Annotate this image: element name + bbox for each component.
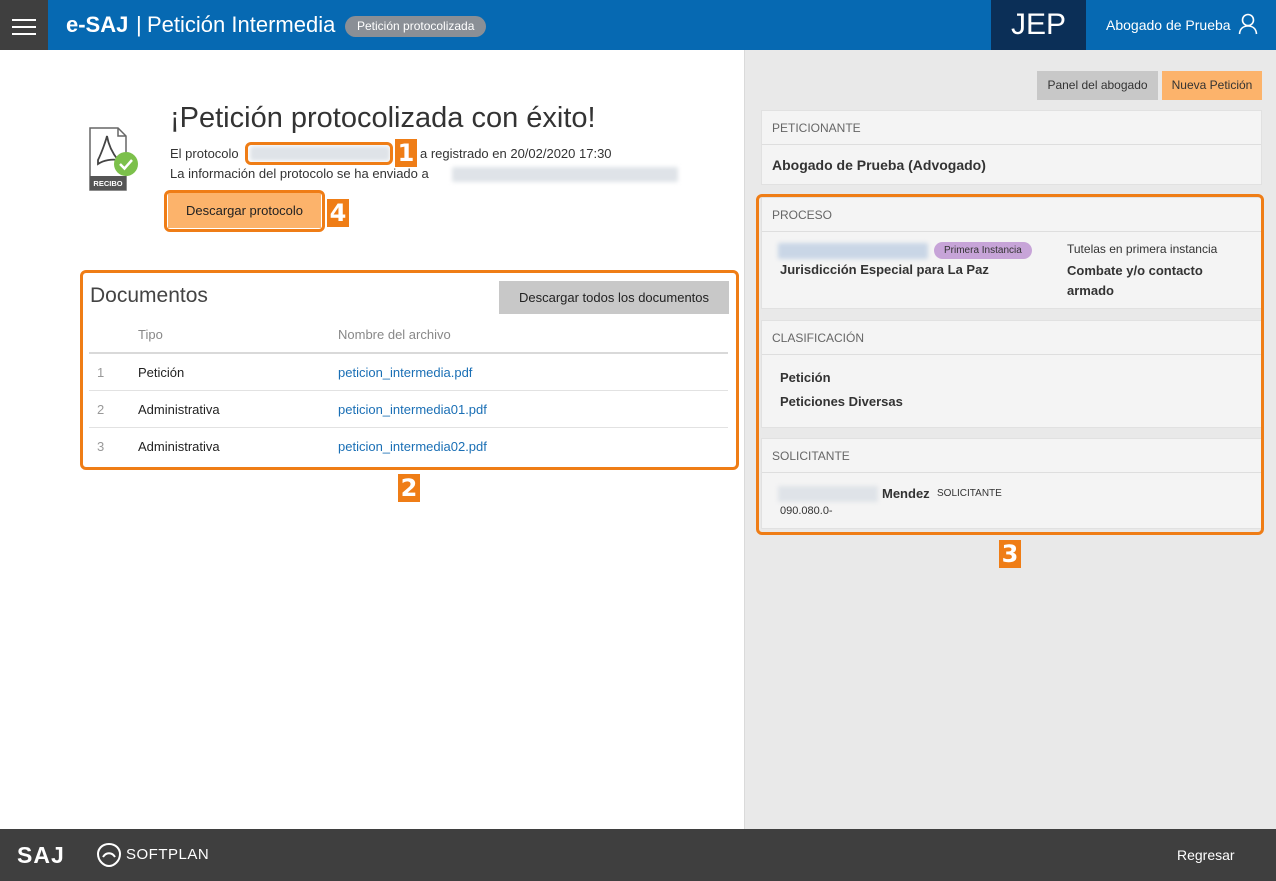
annotation-number-1: 1	[395, 139, 417, 167]
annotation-number-3: 3	[999, 540, 1021, 568]
user-name[interactable]: Abogado de Prueba	[1106, 16, 1231, 34]
protocol-prefix: El protocolo	[170, 146, 239, 161]
peticionante-name: Abogado de Prueba (Advogado)	[772, 157, 986, 173]
page-title: Petición Intermedia	[147, 12, 336, 37]
brand-logo[interactable]: e-SAJ	[66, 12, 128, 38]
org-logo: JEP	[991, 0, 1086, 50]
saj-logo: SAJ	[17, 842, 65, 868]
peticionante-header: PETICIONANTE	[762, 111, 1261, 145]
annotation-number-2: 2	[398, 474, 420, 502]
annotation-box-3	[756, 194, 1264, 535]
annotation-number-4: 4	[327, 199, 349, 227]
nueva-peticion-button[interactable]: Nueva Petición	[1162, 71, 1262, 100]
brand-separator: |	[136, 12, 142, 37]
softplan-logo-icon	[96, 842, 122, 868]
receipt-pdf-icon: RECIBO	[89, 127, 138, 191]
peticionante-card: PETICIONANTE Abogado de Prueba (Advogado…	[761, 110, 1262, 185]
menu-icon	[12, 19, 36, 21]
menu-icon-line	[12, 33, 36, 35]
receipt-icon-label: RECIBO	[93, 179, 122, 188]
success-title: ¡Petición protocolizada con éxito!	[170, 102, 596, 134]
menu-icon-line	[12, 26, 36, 28]
regresar-link[interactable]: Regresar	[1177, 847, 1235, 863]
user-icon[interactable]	[1238, 13, 1258, 35]
annotation-box-4	[164, 190, 325, 232]
panel-del-abogado-button[interactable]: Panel del abogado	[1037, 71, 1158, 100]
protocol-registered-text: a registrado en 20/02/2020 17:30	[420, 146, 612, 161]
hamburger-menu-button[interactable]	[0, 0, 48, 50]
redacted-email	[452, 167, 678, 182]
info-sent-text: La información del protocolo se ha envia…	[170, 166, 429, 181]
annotation-box-2	[80, 270, 739, 470]
softplan-logo-text: SOFTPLAN	[126, 846, 210, 863]
status-badge: Petición protocolizada	[345, 16, 487, 37]
annotation-box-1	[245, 142, 393, 165]
